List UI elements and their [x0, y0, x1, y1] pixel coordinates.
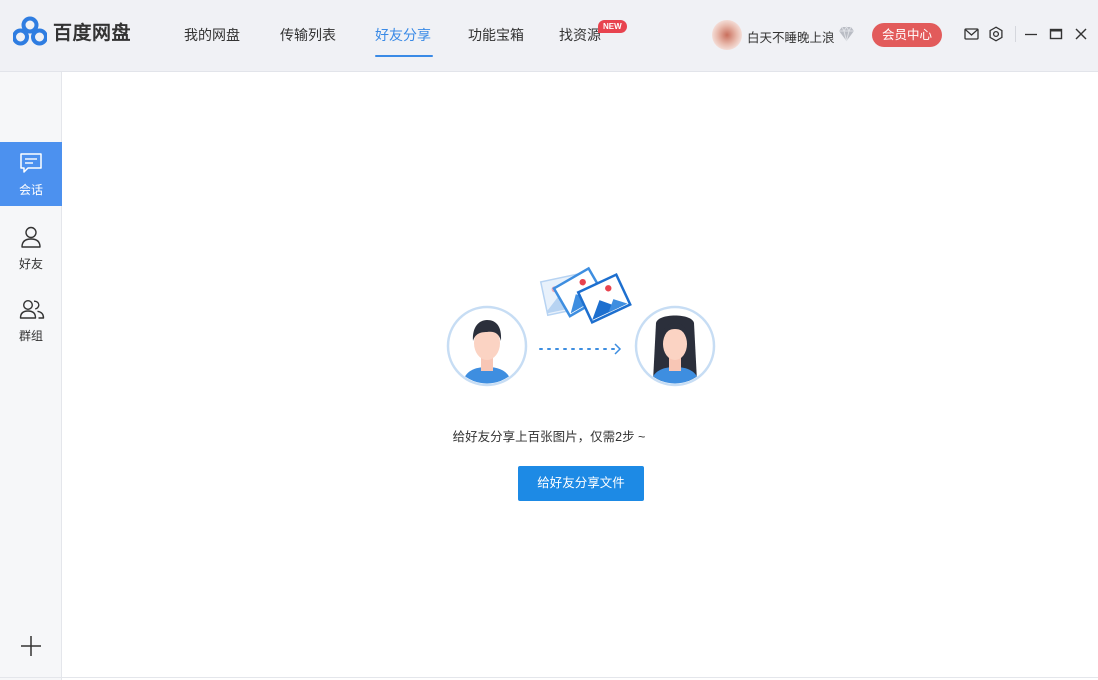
- window-bottom-border: [0, 677, 1098, 678]
- baidu-cloud-logo-icon: [13, 16, 47, 46]
- tab-find-resources[interactable]: 找资源: [559, 25, 601, 45]
- minimize-icon[interactable]: [1024, 26, 1038, 42]
- diamond-icon[interactable]: [838, 26, 855, 42]
- man-avatar-icon: [446, 305, 528, 387]
- sidebar-item-friends[interactable]: 好友: [0, 216, 62, 280]
- sidebar-item-groups[interactable]: 群组: [0, 288, 62, 352]
- title-bar: 百度网盘 我的网盘 传输列表 好友分享 功能宝箱 找资源 NEW 白天不睡晚上浪…: [0, 0, 1098, 72]
- person-icon: [21, 226, 41, 248]
- chat-icon: [20, 153, 42, 173]
- tab-my-disk[interactable]: 我的网盘: [184, 25, 240, 45]
- arrow-icon: [539, 343, 622, 355]
- share-file-button[interactable]: 给好友分享文件: [518, 466, 644, 501]
- add-icon[interactable]: [20, 635, 42, 657]
- share-illustration: [446, 266, 716, 387]
- maximize-icon[interactable]: [1049, 26, 1063, 42]
- tab-toolbox[interactable]: 功能宝箱: [468, 25, 524, 45]
- sidebar: 会话 好友 群组: [0, 72, 62, 680]
- toolbar-divider: [1015, 26, 1016, 42]
- app-logo: 百度网盘: [13, 15, 131, 47]
- vip-center-button[interactable]: 会员中心: [872, 23, 942, 47]
- new-badge: NEW: [598, 20, 627, 33]
- avatar[interactable]: [712, 20, 742, 50]
- mail-icon[interactable]: [964, 26, 979, 42]
- sidebar-item-label: 好友: [18, 257, 43, 271]
- tab-friend-share[interactable]: 好友分享: [375, 25, 431, 45]
- close-icon[interactable]: [1074, 26, 1088, 42]
- username[interactable]: 白天不睡晚上浪: [747, 27, 835, 46]
- woman-avatar-icon: [634, 305, 716, 387]
- share-hint-text: 给好友分享上百张图片，仅需2步 ~: [452, 430, 646, 444]
- app-name: 百度网盘: [53, 22, 132, 44]
- sidebar-item-label: 会话: [18, 183, 43, 197]
- sidebar-item-chat[interactable]: 会话: [0, 142, 62, 206]
- sidebar-item-label: 群组: [18, 329, 43, 343]
- photos-icon: [539, 266, 632, 324]
- group-icon: [19, 299, 45, 319]
- settings-icon[interactable]: [988, 26, 1004, 42]
- tab-transfer-list[interactable]: 传输列表: [280, 25, 336, 45]
- active-tab-indicator: [375, 55, 433, 57]
